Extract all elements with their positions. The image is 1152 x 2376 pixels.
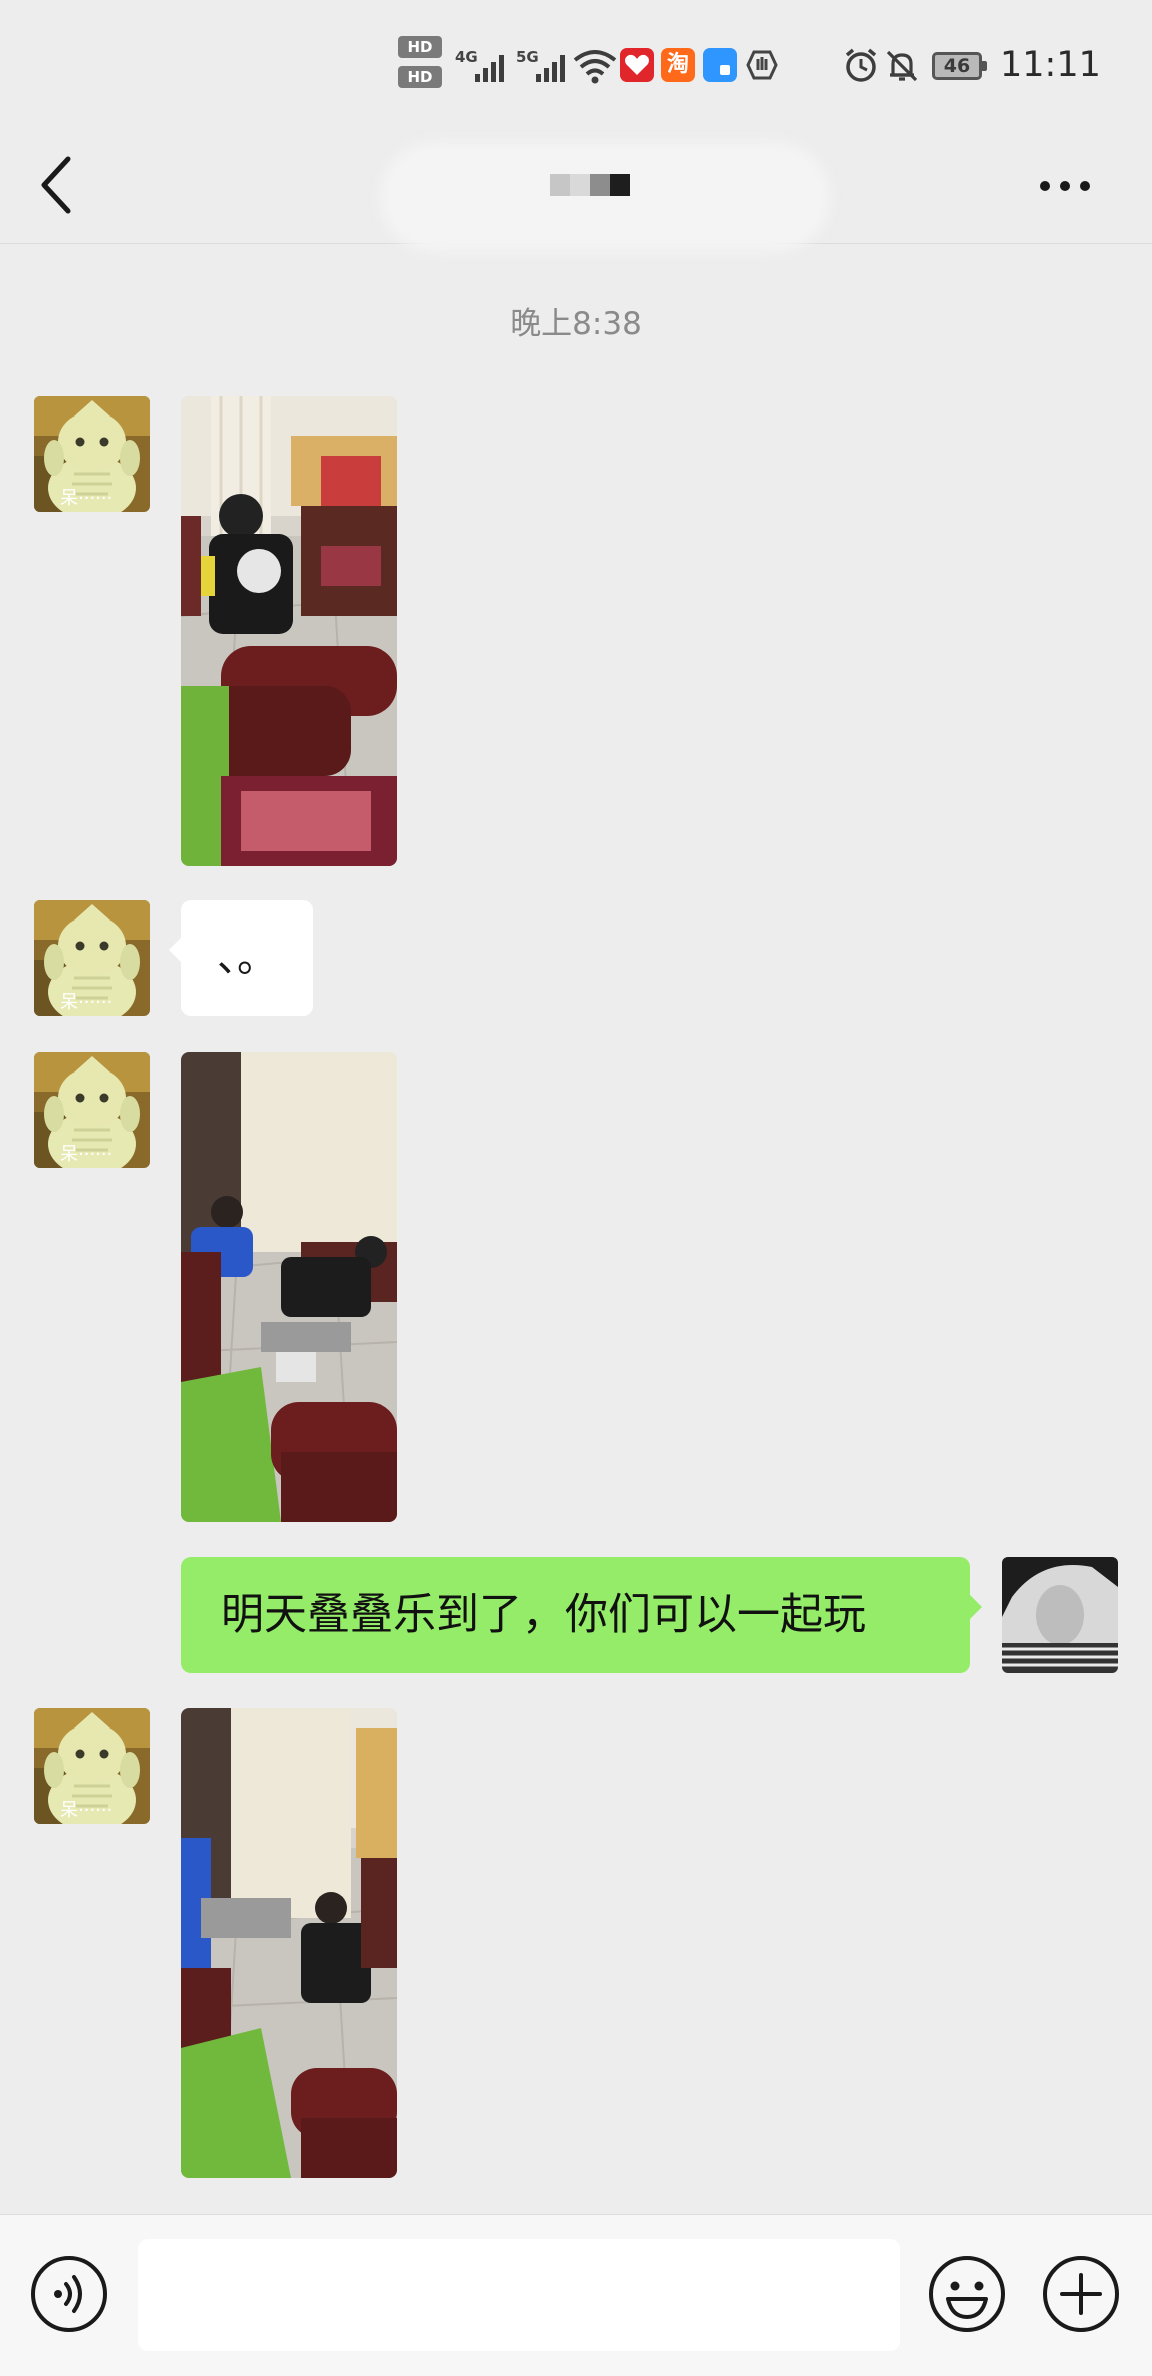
message-text: 明天叠叠乐到了，你们可以一起玩 — [221, 1590, 866, 1640]
chat-title-pixelated — [550, 174, 640, 198]
back-button[interactable] — [28, 150, 84, 220]
clock-time: 11:11 — [1000, 45, 1101, 85]
battery-indicator: 46 — [932, 52, 987, 80]
gesture-hand-icon — [745, 48, 779, 82]
voice-icon[interactable] — [28, 2253, 110, 2335]
status-bar: HD HD 4G 5G 淘 46 11:11 — [0, 0, 1152, 130]
friend-avatar[interactable]: 呆······ — [34, 900, 150, 1016]
image-message[interactable] — [181, 1052, 397, 1522]
friend-avatar[interactable]: 呆······ — [34, 396, 150, 512]
app-notification-red-icon — [620, 48, 654, 82]
chat-header — [0, 130, 1152, 252]
plus-icon[interactable] — [1040, 2253, 1122, 2335]
app-notification-blue-icon — [703, 48, 737, 82]
message-text: 、。 — [217, 935, 277, 981]
avatar-caption: 呆······ — [60, 1800, 113, 1821]
signal-5g-icon: 5G — [516, 48, 566, 84]
avatar-caption: 呆······ — [60, 488, 113, 509]
hd-voice-indicator: HD HD — [398, 36, 444, 96]
input-bar — [0, 2214, 1152, 2376]
friend-avatar[interactable]: 呆······ — [34, 1708, 150, 1824]
image-message[interactable] — [181, 396, 397, 866]
avatar-caption: 呆······ — [60, 1144, 113, 1165]
message-timestamp: 晚上8:38 — [510, 306, 642, 342]
more-options-button[interactable] — [1030, 164, 1100, 208]
image-message[interactable] — [181, 1708, 397, 2178]
hd-badge-1: HD — [398, 36, 442, 58]
emoji-icon[interactable] — [926, 2253, 1008, 2335]
wifi-icon — [573, 50, 617, 84]
mute-bell-icon — [886, 50, 918, 82]
avatar-caption: 呆······ — [60, 992, 113, 1013]
hd-badge-2: HD — [398, 66, 442, 88]
alarm-clock-icon — [845, 48, 877, 82]
my-avatar[interactable] — [1002, 1557, 1118, 1673]
signal-4g-icon: 4G — [455, 48, 505, 84]
sent-message-bubble[interactable]: 明天叠叠乐到了，你们可以一起玩 — [181, 1557, 982, 1673]
friend-avatar[interactable]: 呆······ — [34, 1052, 150, 1168]
taobao-icon: 淘 — [661, 48, 695, 82]
text-message-bubble[interactable]: 、。 — [169, 900, 313, 1016]
message-input[interactable] — [138, 2239, 900, 2351]
